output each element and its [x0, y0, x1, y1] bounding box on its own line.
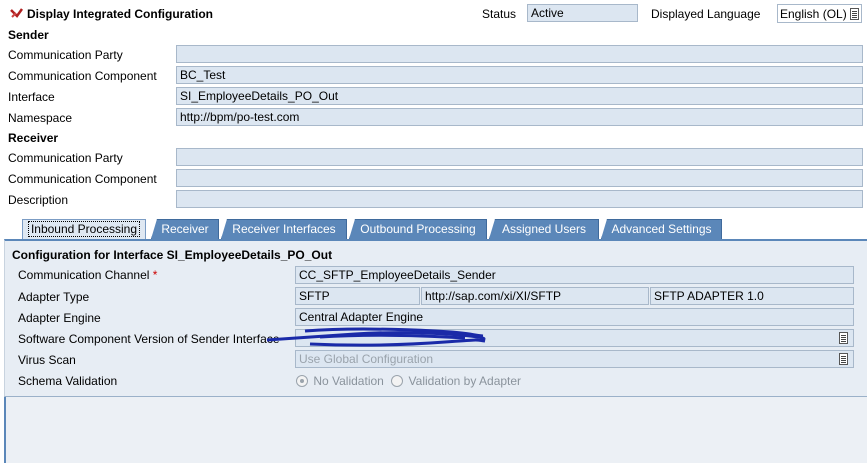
receiver-section-title: Receiver [8, 131, 59, 145]
language-value: English (OL) [780, 7, 847, 21]
adapter-type-swcv-field: SFTP ADAPTER 1.0 [650, 287, 854, 305]
validation-by-adapter-radio[interactable] [391, 375, 404, 387]
language-label: Displayed Language [651, 7, 761, 21]
sender-namespace-label: Namespace [8, 111, 73, 125]
sender-section-title: Sender [8, 28, 49, 42]
no-validation-radio[interactable] [296, 375, 308, 387]
adapter-engine-label: Adapter Engine [18, 311, 101, 325]
adapter-type-name-field: SFTP [295, 287, 420, 305]
schema-options: No Validation Validation by Adapter [296, 374, 521, 388]
value-help-icon[interactable] [839, 353, 848, 365]
tab-receiver-interfaces[interactable]: Receiver Interfaces [221, 219, 347, 239]
adapter-type-namespace-field: http://sap.com/xi/XI/SFTP [421, 287, 649, 305]
channel-label: Communication Channel * [18, 268, 158, 282]
receiver-component-label: Communication Component [8, 172, 157, 186]
lower-area [4, 397, 867, 463]
sender-interface-label: Interface [8, 90, 55, 104]
tab-assigned-users[interactable]: Assigned Users [489, 219, 599, 239]
tab-advanced-settings[interactable]: Advanced Settings [601, 219, 722, 239]
sender-component-field[interactable]: BC_Test [176, 66, 863, 84]
description-label: Description [8, 193, 69, 207]
value-help-icon[interactable] [839, 332, 848, 344]
swcv-label: Software Component Version of Sender Int… [18, 332, 280, 346]
title-icon [9, 7, 24, 21]
description-field[interactable] [176, 190, 863, 208]
page-title: Display Integrated Configuration [27, 7, 214, 21]
language-select[interactable]: English (OL) [777, 4, 862, 23]
sender-interface-field[interactable]: SI_EmployeeDetails_PO_Out [176, 87, 863, 105]
adapter-engine-field[interactable]: Central Adapter Engine [295, 308, 854, 326]
required-mark: * [152, 268, 158, 282]
validation-by-adapter-label: Validation by Adapter [408, 374, 522, 388]
adapter-type-label: Adapter Type [18, 290, 90, 304]
sender-namespace-field[interactable]: http://bpm/po-test.com [176, 108, 863, 126]
no-validation-label: No Validation [313, 374, 384, 388]
receiver-component-field[interactable] [176, 169, 863, 187]
status-label: Status [482, 7, 517, 21]
sender-component-label: Communication Component [8, 69, 157, 83]
virus-scan-label: Virus Scan [18, 353, 76, 367]
tab-inbound-processing[interactable]: Inbound Processing [22, 219, 146, 239]
receiver-party-field[interactable] [176, 148, 863, 166]
channel-field[interactable]: CC_SFTP_EmployeeDetails_Sender [295, 266, 854, 284]
inbound-heading: Configuration for Interface SI_EmployeeD… [12, 248, 333, 262]
tab-receiver[interactable]: Receiver [151, 219, 219, 239]
redaction-scribble [265, 326, 490, 350]
status-field: Active [527, 4, 638, 22]
value-help-icon[interactable] [850, 8, 859, 20]
sender-party-label: Communication Party [8, 48, 123, 62]
tab-outbound-processing[interactable]: Outbound Processing [349, 219, 487, 239]
sender-party-field[interactable] [176, 45, 863, 63]
schema-validation-label: Schema Validation [18, 374, 118, 388]
virus-scan-field[interactable]: Use Global Configuration [295, 350, 854, 368]
receiver-party-label: Communication Party [8, 151, 123, 165]
